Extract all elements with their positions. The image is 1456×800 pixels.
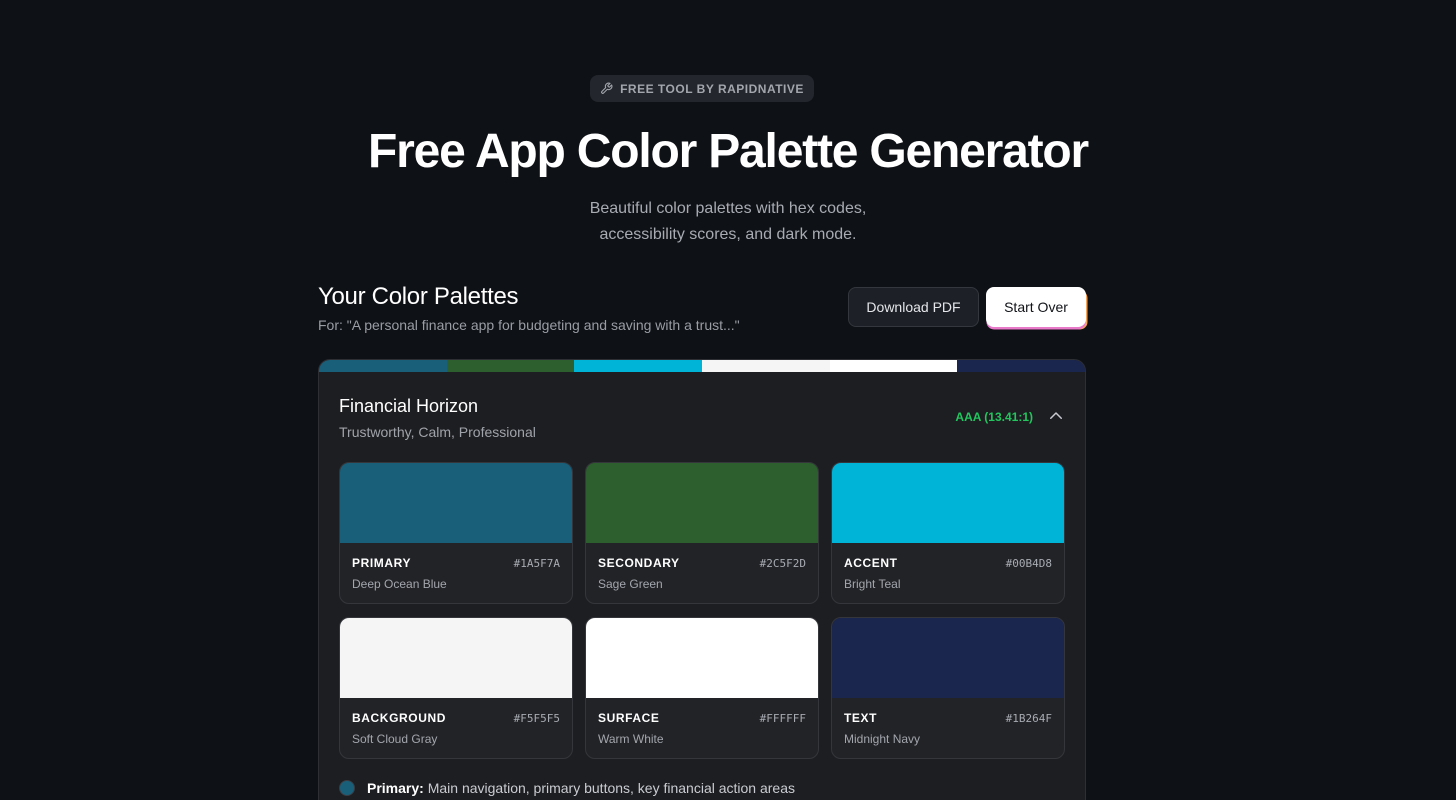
usage-text: Primary: Main navigation, primary button…	[367, 780, 795, 796]
prompt-summary: For: "A personal finance app for budgeti…	[318, 317, 740, 333]
palette-color-strip	[319, 360, 1085, 372]
swatch-color-name: Bright Teal	[844, 577, 901, 591]
page-title: Free App Color Palette Generator	[368, 125, 1089, 178]
swatch-info: ACCENT #00B4D8 Bright Teal	[832, 543, 1064, 603]
swatch-color	[832, 618, 1064, 698]
swatch-surface[interactable]: SURFACE #FFFFFF Warm White	[585, 617, 819, 759]
swatch-hex[interactable]: #FFFFFF	[760, 712, 806, 725]
wrench-icon	[601, 82, 613, 94]
strip-segment	[829, 360, 958, 372]
free-tool-badge: FREE TOOL BY RAPIDNATIVE	[590, 75, 814, 102]
swatch-hex[interactable]: #2C5F2D	[760, 557, 806, 570]
swatch-color	[340, 618, 572, 698]
swatch-hex[interactable]: #F5F5F5	[514, 712, 560, 725]
hero-subtitle: Beautiful color palettes with hex codes,…	[478, 196, 978, 248]
palette-card: Financial Horizon Trustworthy, Calm, Pro…	[318, 359, 1086, 800]
swatch-hex[interactable]: #00B4D8	[1006, 557, 1052, 570]
strip-segment	[702, 360, 830, 372]
swatch-accent[interactable]: ACCENT #00B4D8 Bright Teal	[831, 462, 1065, 604]
swatch-color	[586, 463, 818, 543]
swatch-color-name: Deep Ocean Blue	[352, 577, 447, 591]
swatch-grid: PRIMARY #1A5F7A Deep Ocean Blue SECONDAR…	[339, 462, 1065, 759]
strip-segment	[574, 360, 703, 372]
section-title: Your Color Palettes	[318, 283, 519, 310]
palette-tags: Trustworthy, Calm, Professional	[339, 424, 536, 440]
accessibility-score: AAA (13.41:1)	[955, 410, 1033, 424]
usage-description: Main navigation, primary buttons, key fi…	[427, 780, 796, 796]
swatch-text[interactable]: TEXT #1B264F Midnight Navy	[831, 617, 1065, 759]
swatch-color-name: Soft Cloud Gray	[352, 732, 438, 746]
strip-segment	[319, 360, 447, 372]
usage-color-dot	[339, 780, 355, 796]
swatch-color-name: Warm White	[598, 732, 664, 746]
swatch-hex[interactable]: #1B264F	[1006, 712, 1052, 725]
swatch-color	[340, 463, 572, 543]
hero-subtitle-line-1: Beautiful color palettes with hex codes,	[589, 200, 867, 217]
swatch-color	[586, 618, 818, 698]
usage-row-primary: Primary: Main navigation, primary button…	[339, 780, 795, 796]
swatch-color	[832, 463, 1064, 543]
strip-segment	[957, 360, 1085, 372]
swatch-color-name: Midnight Navy	[844, 732, 921, 746]
swatch-info: SURFACE #FFFFFF Warm White	[586, 698, 818, 758]
swatch-hex[interactable]: #1A5F7A	[514, 557, 560, 570]
swatch-background[interactable]: BACKGROUND #F5F5F5 Soft Cloud Gray	[339, 617, 573, 759]
page: FREE TOOL BY RAPIDNATIVE Free App Color …	[0, 0, 1456, 800]
download-pdf-button[interactable]: Download PDF	[848, 287, 979, 327]
swatch-info: PRIMARY #1A5F7A Deep Ocean Blue	[340, 543, 572, 603]
swatch-info: TEXT #1B264F Midnight Navy	[832, 698, 1064, 758]
strip-segment	[446, 360, 575, 372]
palette-name: Financial Horizon	[339, 396, 479, 416]
usage-label: Primary:	[367, 780, 424, 796]
swatch-color-name: Sage Green	[598, 577, 663, 591]
badge-label: FREE TOOL BY RAPIDNATIVE	[620, 81, 804, 96]
swatch-info: SECONDARY #2C5F2D Sage Green	[586, 543, 818, 603]
chevron-up-icon[interactable]	[1047, 407, 1065, 425]
swatch-secondary[interactable]: SECONDARY #2C5F2D Sage Green	[585, 462, 819, 604]
start-over-button[interactable]: Start Over	[986, 287, 1086, 327]
swatch-info: BACKGROUND #F5F5F5 Soft Cloud Gray	[340, 698, 572, 758]
hero-subtitle-line-2: accessibility scores, and dark mode.	[599, 226, 857, 243]
swatch-primary[interactable]: PRIMARY #1A5F7A Deep Ocean Blue	[339, 462, 573, 604]
